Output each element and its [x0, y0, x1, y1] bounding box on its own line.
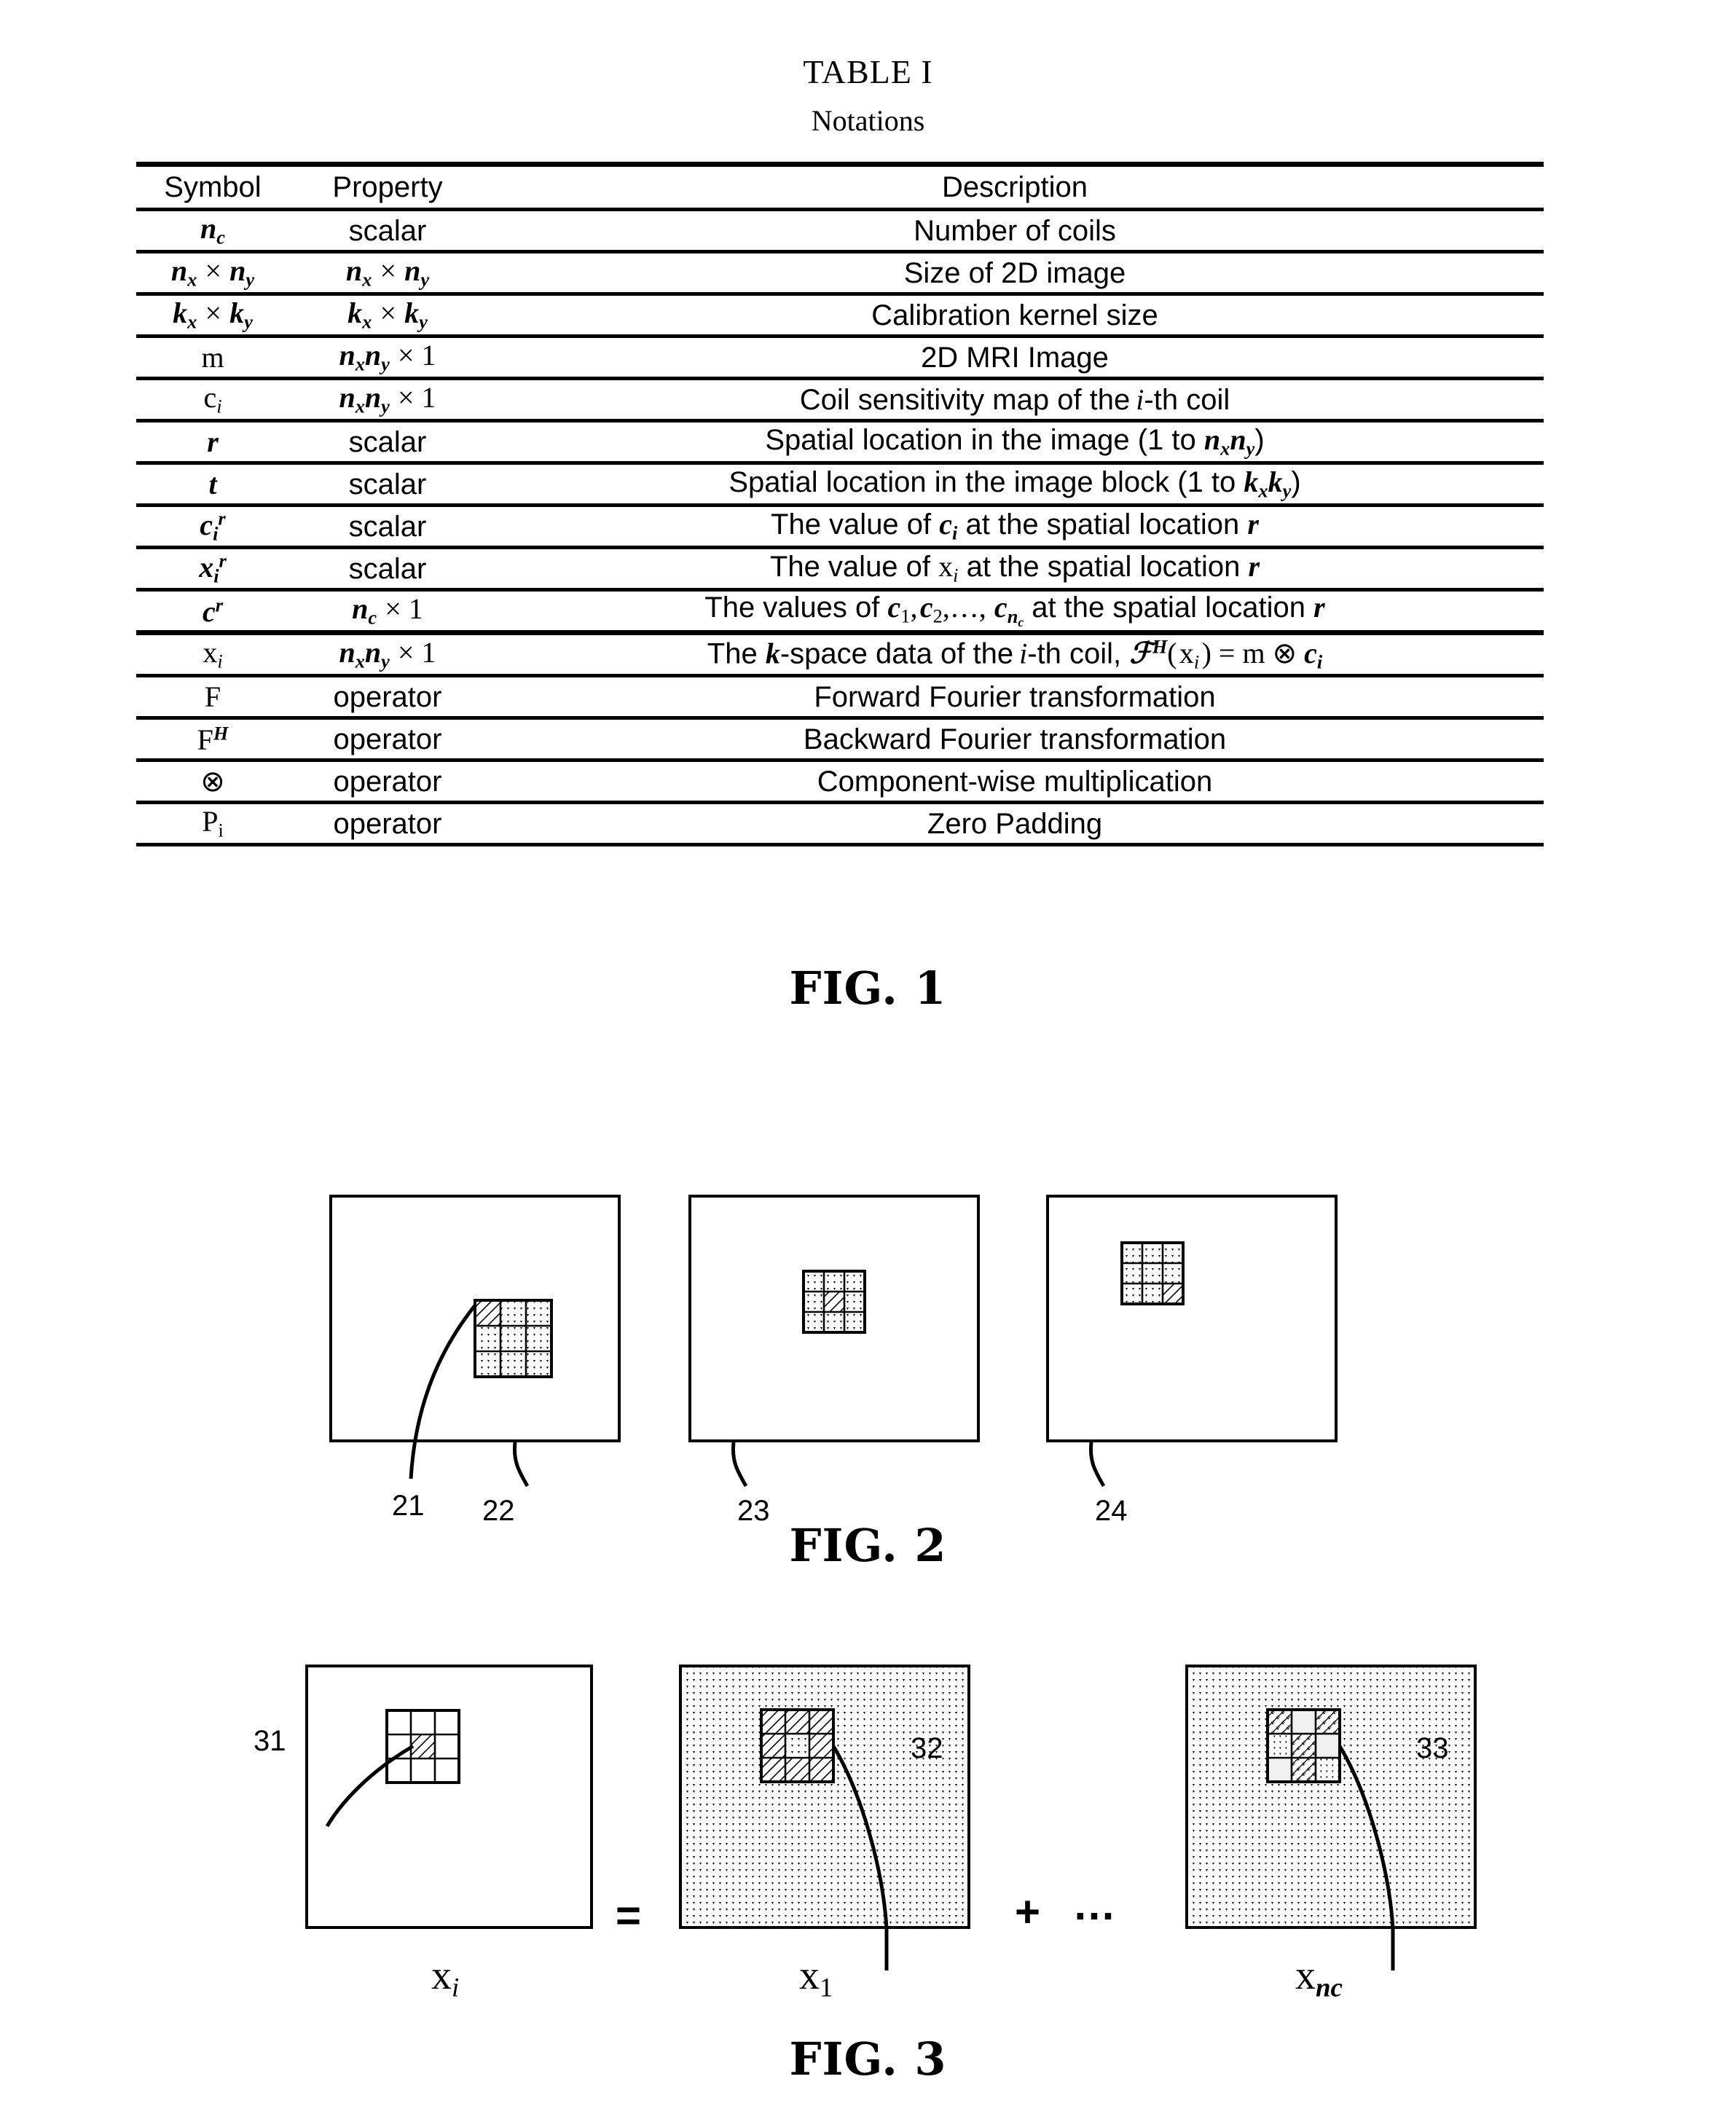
cell-property: nxny × 1 — [289, 630, 486, 677]
fig3-plus-sign: + — [1015, 1887, 1041, 1936]
fig2-panel-3 — [1046, 1195, 1338, 1442]
fig3-ellipsis: … — [1072, 1880, 1116, 1929]
cell-symbol: t — [136, 463, 289, 507]
cell-description: Zero Padding — [486, 802, 1544, 846]
table-row: m nxny × 1 2D MRI Image — [136, 336, 1544, 380]
cell-property: scalar — [289, 463, 486, 507]
fig3-equals-sign: = — [616, 1891, 642, 1940]
table-row: cr nc × 1 The values of c1, c2,…, cnc at t… — [136, 589, 1544, 634]
cell-description: The value of xi at the spatial location … — [486, 547, 1544, 592]
cell-description: Number of coils — [486, 209, 1544, 254]
fig3-leader-33 — [1391, 1928, 1395, 1970]
cell-symbol: kx × ky — [136, 294, 289, 338]
cell-property: scalar — [289, 209, 486, 254]
table-row: ci nxny × 1 Coil sensitivity map of the i-… — [136, 378, 1544, 423]
cell-symbol: FH — [136, 718, 289, 762]
fig2-ref-21: 21 — [392, 1490, 425, 1522]
cell-symbol: cr — [136, 589, 289, 634]
cell-symbol: m — [136, 336, 289, 380]
fig3-panel-3 — [1185, 1665, 1477, 1929]
cell-description: Spatial location in the image block (1 t… — [486, 463, 1544, 507]
cell-symbol: xi — [136, 630, 289, 677]
figure-2: 21 22 23 24 — [0, 1166, 1736, 1530]
cell-symbol: Pi — [136, 802, 289, 846]
fig3-panel-1 — [305, 1665, 593, 1929]
fig3-leader-32 — [884, 1928, 889, 1970]
cell-symbol: r — [136, 420, 289, 465]
cell-symbol: nx × ny — [136, 251, 289, 296]
cell-property: kx × ky — [289, 294, 486, 338]
cell-property: operator — [289, 718, 486, 762]
cell-property: nxny × 1 — [289, 378, 486, 423]
cell-description: 2D MRI Image — [486, 336, 1544, 380]
table-row: t scalar Spatial location in the image blo… — [136, 463, 1544, 507]
cell-description: Forward Fourier transformation — [486, 675, 1544, 720]
cell-symbol: nc — [136, 209, 289, 254]
fig3-label-3-base: x — [1295, 1953, 1316, 1998]
table-row: ⊗ operator Component-wise multiplication — [136, 760, 1544, 804]
table-row: r scalar Spatial location in the image (1 … — [136, 420, 1544, 465]
cell-property: operator — [289, 760, 486, 804]
fig3-label-3: xnc — [1295, 1952, 1343, 2003]
table-row: nc scalar Number of coils — [136, 209, 1544, 254]
table-title: TABLE I — [803, 53, 933, 90]
table-row: xi nxny × 1 The k-space data of the i-th c… — [136, 630, 1544, 677]
cell-description: Backward Fourier transformation — [486, 718, 1544, 762]
cell-symbol: cir — [136, 505, 289, 549]
cell-symbol: xir — [136, 547, 289, 592]
fig3-label-1-base: x — [431, 1953, 452, 1998]
cell-description: The values of c1, c2,…, cnc at the spati… — [486, 589, 1544, 634]
table-body: nc scalar Number of coils nx × ny nx × ny Siz… — [136, 209, 1544, 846]
cell-property: scalar — [289, 420, 486, 465]
cell-property: scalar — [289, 505, 486, 549]
table-subtitle: Notations — [811, 104, 925, 137]
table-row: xir scalar The value of xi at the spatial … — [136, 547, 1544, 592]
table-row: FH operator Backward Fourier transformatio… — [136, 718, 1544, 762]
cell-property: operator — [289, 675, 486, 720]
table-row: kx × ky kx × ky Calibration kernel size — [136, 294, 1544, 338]
fig2-panel-2 — [688, 1195, 980, 1442]
column-header-description: Description — [486, 162, 1544, 211]
cell-property: nc × 1 — [289, 589, 486, 634]
column-header-symbol: Symbol — [136, 162, 289, 211]
fig3-ref-31: 31 — [254, 1725, 286, 1757]
cell-description: Size of 2D image — [486, 251, 1544, 296]
fig3-panel-2 — [679, 1665, 970, 1929]
fig3-label-3-sub: nc — [1316, 1972, 1343, 2003]
fig3-label-2-base: x — [799, 1953, 820, 1998]
table-row: cir scalar The value of ci at the spatial … — [136, 505, 1544, 549]
fig2-panel-1-bg — [332, 1198, 618, 1439]
table-header: Symbol Property Description — [136, 162, 1544, 211]
cell-property: nx × ny — [289, 251, 486, 296]
table-row: Pi operator Zero Padding — [136, 802, 1544, 846]
cell-symbol: F — [136, 675, 289, 720]
fig3-ref-33: 33 — [1416, 1732, 1449, 1764]
table-header-row: Symbol Property Description — [136, 162, 1544, 211]
table-row: Foperator Forward Fourier transformation — [136, 675, 1544, 720]
cell-property: operator — [289, 802, 486, 846]
cell-description: The value of ci at the spatial location … — [486, 505, 1544, 549]
figure-3: 31 xi = x1 32 + … xnc 33 — [0, 1639, 1736, 2025]
fig3-label-1: xi — [431, 1952, 459, 2003]
cell-property: scalar — [289, 547, 486, 592]
fig3-ref-32: 32 — [911, 1732, 943, 1764]
fig2-panel-1 — [329, 1195, 621, 1442]
fig1-caption: FIG. 1 — [789, 962, 947, 1015]
fig3-label-2-sub: 1 — [820, 1972, 833, 2003]
fig3-caption: FIG. 3 — [789, 2032, 947, 2086]
column-header-property: Property — [289, 162, 486, 211]
cell-property: nxny × 1 — [289, 336, 486, 380]
cell-symbol: ⊗ — [136, 760, 289, 804]
cell-description: Calibration kernel size — [486, 294, 1544, 338]
cell-symbol: ci — [136, 378, 289, 423]
cell-description: Spatial location in the image (1 to nxny… — [486, 420, 1544, 465]
fig2-caption: FIG. 2 — [789, 1519, 947, 1572]
notation-table: Symbol Property Description nc scalar Numb… — [136, 162, 1544, 846]
cell-description: Component-wise multiplication — [486, 760, 1544, 804]
table-row: nx × ny nx × ny Size of 2D image — [136, 251, 1544, 296]
fig3-label-1-sub: i — [452, 1972, 460, 2003]
cell-description: The k-space data of the i-th coil, ℱH( x… — [486, 630, 1544, 677]
fig3-label-2: x1 — [799, 1952, 833, 2003]
cell-description: Coil sensitivity map of the i-th coil — [486, 378, 1544, 423]
